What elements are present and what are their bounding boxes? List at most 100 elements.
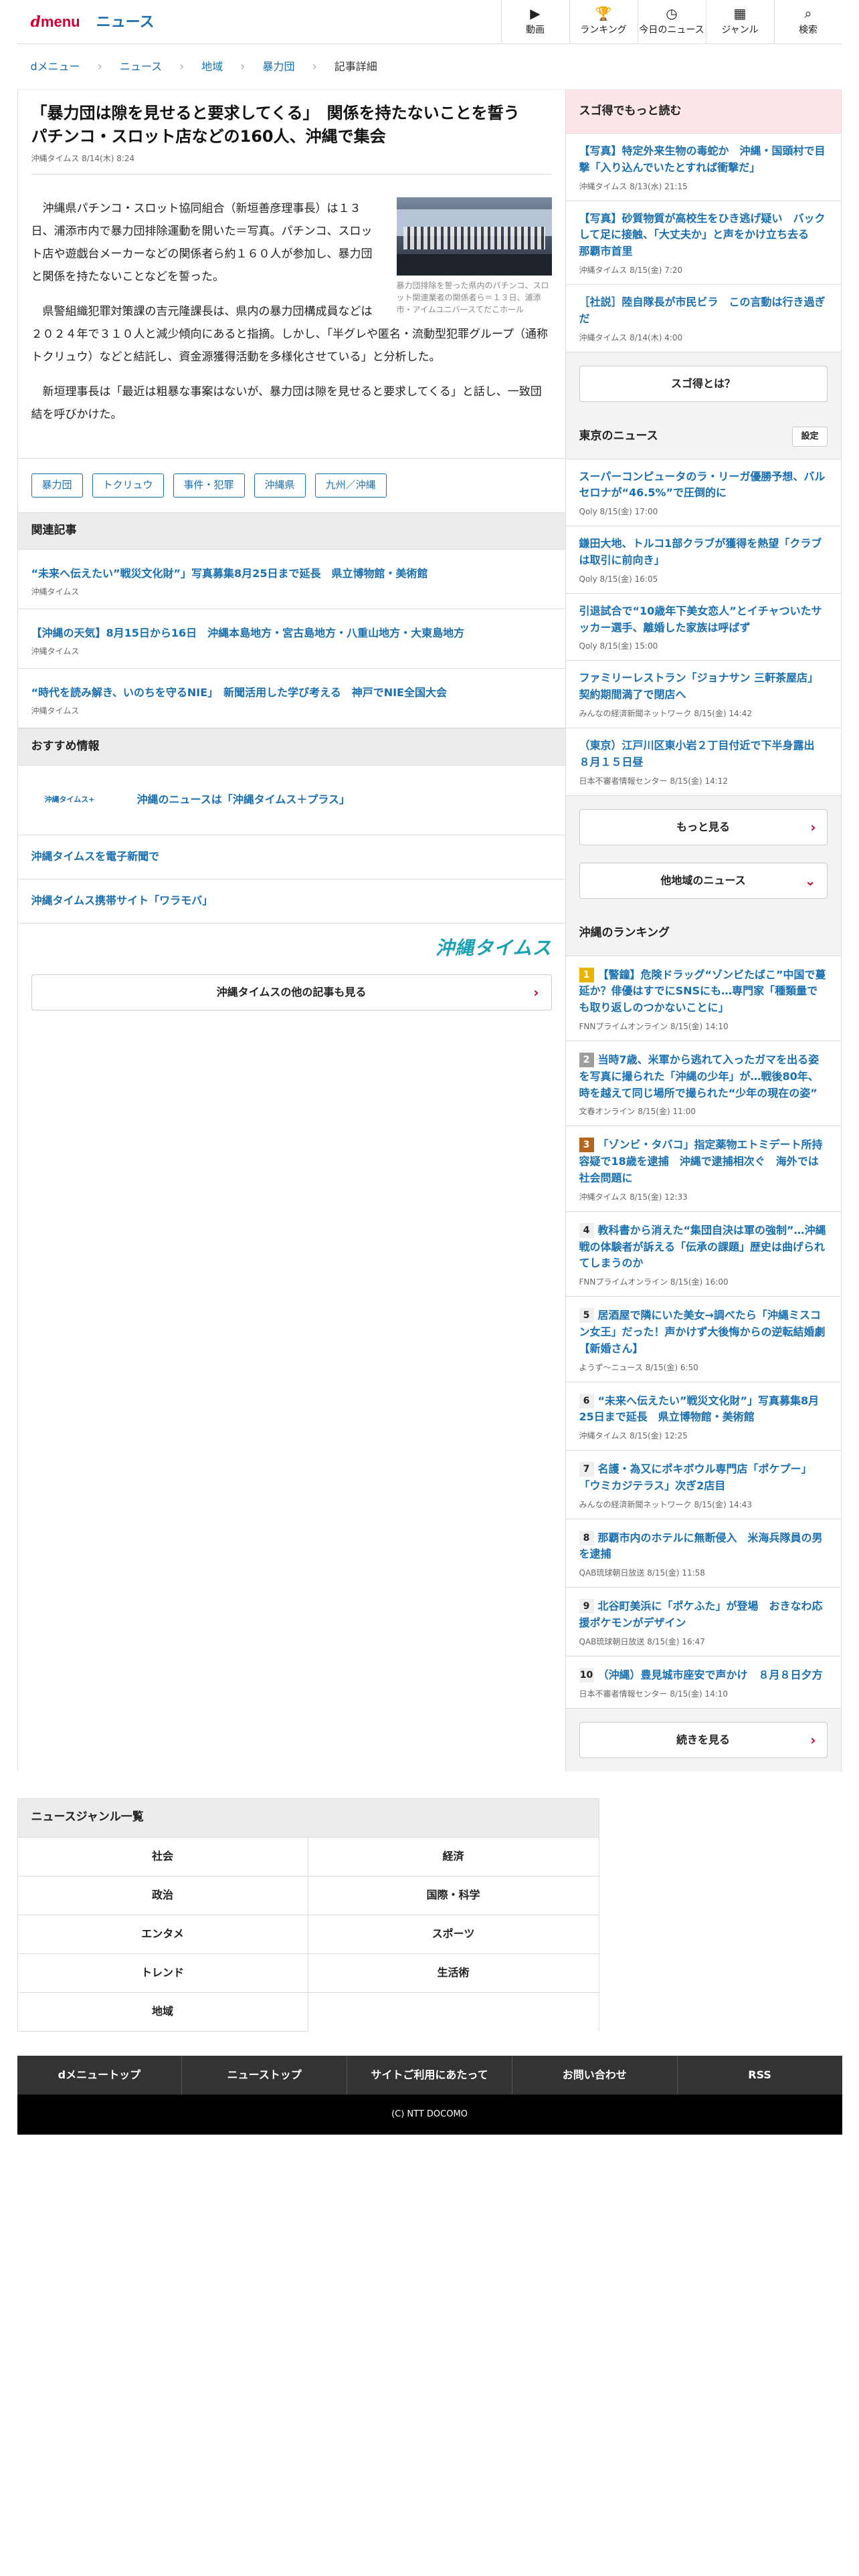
copyright: (C) NTT DOCOMO xyxy=(17,2094,842,2135)
ranking-title[interactable]: 10 （沖縄）豊見城市座安で声かけ ８月８日夕方 xyxy=(579,1667,828,1684)
tokyo-news-title-link[interactable]: ファミリーレストラン「ジョナサン 三軒茶屋店」契約期間満了で閉店へ xyxy=(579,670,828,704)
tokyo-news-item[interactable]: 引退試合で“10歳年下美女恋人”とイチャついたサッカー選手、離婚した家族は呼ばず… xyxy=(565,593,841,661)
genre-sports[interactable]: スポーツ xyxy=(308,1915,599,1954)
nav-video[interactable]: ▶ 動画 xyxy=(500,0,569,43)
tag-boryokudan[interactable]: 暴力団 xyxy=(31,473,83,498)
recommend-link-epaper[interactable]: 沖縄タイムスを電子新聞で xyxy=(17,835,565,879)
genre-international[interactable]: 国際・科学 xyxy=(308,1876,599,1915)
tokyo-news-title-link[interactable]: （東京）江戸川区東小岩２丁目付近で下半身露出 ８月１５日昼 xyxy=(579,738,828,771)
breadcrumb-dmenu[interactable]: dメニュー xyxy=(31,59,80,75)
ranking-title-text: 【警鐘】危険ドラッグ“ゾンビたばこ”中国で蔓延か？俳優はすでにSNSにも…専門家… xyxy=(579,968,826,1014)
sugotoku-title[interactable]: ［社説］陸自隊長が市民ビラ この言動は行き過ぎだ xyxy=(579,294,828,328)
ranking-title[interactable]: 8 那覇市内のホテルに無断侵入 米海兵隊員の男を逮捕 xyxy=(579,1530,828,1564)
nav-today[interactable]: ◷ 今日のニュース xyxy=(637,0,706,43)
breadcrumb-boryokudan[interactable]: 暴力団 xyxy=(263,59,295,75)
sugotoku-item[interactable]: ［社説］陸自隊長が市民ビラ この言動は行き過ぎだ 沖縄タイムス 8/14(木) … xyxy=(565,284,841,352)
search-icon: ⌕ xyxy=(804,5,812,21)
genre-trend[interactable]: トレンド xyxy=(17,1953,308,1993)
chevron-down-icon: ⌄ xyxy=(804,872,816,889)
sugotoku-item[interactable]: 【写真】砂質物質が高校生をひき逃げ疑い バックして足に接触、「大丈夫か」と声をか… xyxy=(565,201,841,285)
sugotoku-title[interactable]: 【写真】砂質物質が高校生をひき逃げ疑い バックして足に接触、「大丈夫か」と声をか… xyxy=(579,211,828,260)
ranking-item[interactable]: 5 居酒屋で隣にいた美女→調べたら「沖縄ミスコン女王」だった！声かけず大後悔からの… xyxy=(565,1297,841,1382)
ranking-item[interactable]: 1 【警鐘】危険ドラッグ“ゾンビたばこ”中国で蔓延か？俳優はすでにSNSにも…専門… xyxy=(565,956,841,1041)
ranking-item[interactable]: 9 北谷町美浜に「ポケふた」が登場 おきなわ応援ポケモンがデザイン QAB琉球朝日… xyxy=(565,1588,841,1656)
tokyo-news-item[interactable]: （東京）江戸川区東小岩２丁目付近で下半身露出 ８月１５日昼 日本不審者情報センタ… xyxy=(565,728,841,796)
nav-search[interactable]: ⌕ 検索 xyxy=(773,0,842,43)
genre-society[interactable]: 社会 xyxy=(17,1837,308,1876)
tokyo-news-item[interactable]: 鎌田大地、トルコ1部クラブが獲得を熱望「クラブは取引に前向き」 Qoly 8/1… xyxy=(565,526,841,594)
region-setting-button[interactable]: 設定 xyxy=(792,427,828,447)
tokyo-news-title-link[interactable]: スーパーコンピュータのラ・リーガ優勝予想、バルセロナが“46.5%”で圧倒的に xyxy=(579,469,828,502)
ranking-item[interactable]: 3 「ゾンビ・タバコ」指定薬物エトミデート所持容疑で18歳を逮捕 沖縄で逮捕相次ぐ… xyxy=(565,1126,841,1212)
ranking-title[interactable]: 7 名護・為又にポキボウル専門店「ポケプー」「ウミカジテラス」次ぎ2店目 xyxy=(579,1461,828,1495)
other-region-wrap: 他地域のニュース ⌄ xyxy=(566,859,841,912)
tokyo-news-source: みんなの経済新聞ネットワーク 8/15(金) 14:42 xyxy=(579,708,753,718)
genre-grid: 社会 経済 政治 国際・科学 エンタメ スポーツ トレンド 生活術 地域 xyxy=(17,1837,599,2032)
footer-contact[interactable]: お問い合わせ xyxy=(512,2055,678,2095)
tag-okinawa[interactable]: 沖縄県 xyxy=(254,473,306,498)
footer-news-top[interactable]: ニューストップ xyxy=(182,2055,348,2095)
genre-entertainment[interactable]: エンタメ xyxy=(17,1915,308,1954)
related-item[interactable]: “未来へ伝えたい”戦災文化財”」写真募集8月25日まで延長 県立博物館・美術館 … xyxy=(17,550,565,609)
okinawa-ranking-heading: 沖縄のランキング xyxy=(565,911,841,956)
footer-rss[interactable]: RSS xyxy=(678,2056,842,2095)
ranking-title[interactable]: 2 当時7歳、米軍から逃れて入ったガマを出る姿を写真に撮られた「沖縄の少年」が…戦… xyxy=(579,1052,828,1101)
site-logo[interactable]: d menu ニュース xyxy=(17,11,155,33)
footer-dmenu-top[interactable]: dメニュートップ xyxy=(17,2055,183,2095)
tag-tokuryu[interactable]: トクリュウ xyxy=(92,473,164,498)
more-articles-button[interactable]: 沖縄タイムスの他の記事も見る › xyxy=(31,974,552,1010)
tokyo-more-label: もっと見る xyxy=(676,820,730,833)
tag-crime[interactable]: 事件・犯罪 xyxy=(173,473,245,498)
tokyo-news-source: Qoly 8/15(金) 15:00 xyxy=(579,641,658,651)
tokyo-news-title-link[interactable]: 鎌田大地、トルコ1部クラブが獲得を熱望「クラブは取引に前向き」 xyxy=(579,536,828,569)
ranking-title[interactable]: 4 教科書から消えた“集団自決は軍の強制”…沖縄戦の体験者が訴える「伝承の課題」歴… xyxy=(579,1222,828,1272)
article-photo[interactable] xyxy=(396,197,552,276)
tokyo-news-item[interactable]: ファミリーレストラン「ジョナサン 三軒茶屋店」契約期間満了で閉店へ みんなの経済… xyxy=(565,661,841,728)
related-title[interactable]: “未来へ伝えたい”戦災文化財”」写真募集8月25日まで延長 県立博物館・美術館 xyxy=(31,566,552,582)
recommend-banner-title[interactable]: 沖縄のニュースは「沖縄タイムス＋プラス」 xyxy=(137,792,351,808)
ranking-source: FNNプライムオンライン 8/15(金) 14:10 xyxy=(579,1021,729,1031)
sugotoku-item[interactable]: 【写真】特定外来生物の毒蛇か 沖縄・国頭村で目撃「入り込んでいたとすれば衝撃だ」… xyxy=(565,134,841,201)
rank-badge: 3 xyxy=(579,1138,594,1153)
trophy-icon: 🏆 xyxy=(595,5,612,21)
sugotoku-title[interactable]: 【写真】特定外来生物の毒蛇か 沖縄・国頭村で目撃「入り込んでいたとすれば衝撃だ」 xyxy=(579,143,828,177)
breadcrumb-news[interactable]: ニュース xyxy=(120,59,162,75)
related-title[interactable]: 【沖縄の天気】8月15日から16日 沖縄本島地方・宮古島地方・八重山地方・大東島… xyxy=(31,625,552,641)
genre-region[interactable]: 地域 xyxy=(17,1992,308,2032)
ranking-title[interactable]: 1 【警鐘】危険ドラッグ“ゾンビたばこ”中国で蔓延か？俳優はすでにSNSにも…専門… xyxy=(579,967,828,1016)
nav-genre[interactable]: ▦ ジャンル xyxy=(705,0,774,43)
ranking-item[interactable]: 10 （沖縄）豊見城市座安で声かけ ８月８日夕方 日本不審者情報センター 8/15… xyxy=(565,1656,841,1709)
footer-terms[interactable]: サイトご利用にあたって xyxy=(347,2055,512,2095)
tokyo-more-button[interactable]: もっと見る › xyxy=(579,809,828,845)
ranking-item[interactable]: 6 “未来へ伝えたい”戦災文化財”」写真募集8月25日まで延長 県立博物館・美術館… xyxy=(565,1382,841,1451)
ranking-title[interactable]: 9 北谷町美浜に「ポケふた」が登場 おきなわ応援ポケモンがデザイン xyxy=(579,1598,828,1632)
genre-politics[interactable]: 政治 xyxy=(17,1876,308,1915)
photo-caption: 暴力団排除を誓った県内のパチンコ、スロット関連業者の関係者ら＝１３日、浦添市・ア… xyxy=(396,280,549,314)
ranking-item[interactable]: 8 那覇市内のホテルに無断侵入 米海兵隊員の男を逮捕 QAB琉球朝日放送 8/15… xyxy=(565,1519,841,1588)
tag-kyushu-okinawa[interactable]: 九州／沖縄 xyxy=(314,473,387,498)
breadcrumb: dメニュー › ニュース › 地域 › 暴力団 › 記事詳細 xyxy=(17,44,842,90)
chevron-right-icon: › xyxy=(179,60,185,74)
tokyo-news-item[interactable]: スーパーコンピュータのラ・リーガ優勝予想、バルセロナが“46.5%”で圧倒的に … xyxy=(565,459,841,527)
recommend-link-mobile[interactable]: 沖縄タイムス携帯サイト「ワラモバ」 xyxy=(17,879,565,924)
recommend-banner[interactable]: 沖縄タイムス+ 沖縄のニュースは「沖縄タイムス＋プラス」 xyxy=(17,766,565,835)
breadcrumb-region[interactable]: 地域 xyxy=(201,59,223,75)
sugotoku-about-button[interactable]: スゴ得とは？ xyxy=(579,365,828,402)
ranking-title[interactable]: 5 居酒屋で隣にいた美女→調べたら「沖縄ミスコン女王」だった！声かけず大後悔からの… xyxy=(579,1307,828,1357)
related-item[interactable]: “時代を読み解き、いのちを守るNIE」 新聞活用した学び考える 神戸でNIE全国… xyxy=(17,669,565,728)
ranking-source: 沖縄タイムス 8/15(金) 12:33 xyxy=(579,1192,688,1202)
related-title[interactable]: “時代を読み解き、いのちを守るNIE」 新聞活用した学び考える 神戸でNIE全国… xyxy=(31,685,552,701)
nav-ranking[interactable]: 🏆 ランキング xyxy=(569,0,638,43)
ranking-more-button[interactable]: 続きを見る › xyxy=(579,1721,828,1758)
other-region-button[interactable]: 他地域のニュース ⌄ xyxy=(579,862,828,899)
related-item[interactable]: 【沖縄の天気】8月15日から16日 沖縄本島地方・宮古島地方・八重山地方・大東島… xyxy=(17,609,565,669)
tokyo-news-title-link[interactable]: 引退試合で“10歳年下美女恋人”とイチャついたサッカー選手、離婚した家族は呼ばず xyxy=(579,603,828,637)
ranking-item[interactable]: 4 教科書から消えた“集団自決は軍の強制”…沖縄戦の体験者が訴える「伝承の課題」歴… xyxy=(565,1211,841,1297)
genre-lifestyle[interactable]: 生活術 xyxy=(308,1954,599,1993)
ranking-item[interactable]: 7 名護・為又にポキボウル専門店「ポケプー」「ウミカジテラス」次ぎ2店目 みんなの… xyxy=(565,1451,841,1519)
chevron-right-icon: › xyxy=(810,819,816,835)
ranking-item[interactable]: 2 当時7歳、米軍から逃れて入ったガマを出る姿を写真に撮られた「沖縄の少年」が…戦… xyxy=(565,1041,841,1127)
ranking-title[interactable]: 3 「ゾンビ・タバコ」指定薬物エトミデート所持容疑で18歳を逮捕 沖縄で逮捕相次ぐ… xyxy=(579,1137,828,1186)
ranking-title[interactable]: 6 “未来へ伝えたい”戦災文化財”」写真募集8月25日まで延長 県立博物館・美術館 xyxy=(579,1393,828,1426)
genre-economy[interactable]: 経済 xyxy=(308,1838,599,1876)
